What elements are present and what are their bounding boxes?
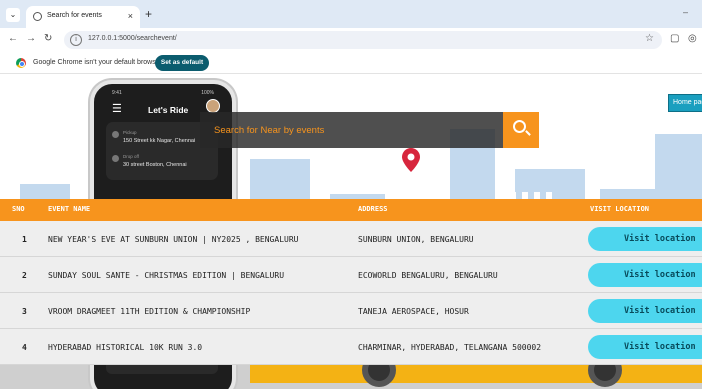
url-text[interactable]: 127.0.0.1:5000/searchevent/ xyxy=(88,35,177,42)
map-pin-icon xyxy=(402,148,420,172)
profile-icon[interactable]: ◎ xyxy=(688,33,697,44)
globe-icon xyxy=(33,12,42,21)
avatar xyxy=(206,99,220,113)
phone-status-time: 9:41 xyxy=(112,90,122,96)
visit-location-button[interactable]: Visit location xyxy=(588,227,702,251)
chrome-logo-icon xyxy=(16,58,26,68)
row-event-name: NEW YEAR'S EVE AT SUNBURN UNION | NY2025… xyxy=(48,235,299,244)
back-arrow-icon[interactable]: ← xyxy=(8,33,18,44)
pickup-label: Pickup xyxy=(123,130,137,135)
phone-status-battery: 100% xyxy=(201,90,214,96)
infobar-message: Google Chrome isn't your default browser xyxy=(33,59,162,66)
row-event-name: HYDERABAD HISTORICAL 10K RUN 3.0 xyxy=(48,343,203,352)
browser-tab[interactable]: Search for events × xyxy=(26,6,140,28)
row-address: SUNBURN UNION, BENGALURU xyxy=(358,235,474,244)
phone-app-title: Let's Ride xyxy=(148,105,189,115)
row-event-name: VROOM DRAGMEET 11TH EDITION & CHAMPIONSH… xyxy=(48,307,251,316)
table-row: 3 VROOM DRAGMEET 11TH EDITION & CHAMPION… xyxy=(0,293,702,329)
browser-toolbar: ← → ↻ i 127.0.0.1:5000/searchevent/ ☆ ▢ … xyxy=(0,28,702,52)
event-search-bar xyxy=(200,112,503,148)
header-address: ADDRESS xyxy=(358,205,388,213)
address-bar[interactable]: i 127.0.0.1:5000/searchevent/ ☆ xyxy=(64,31,662,49)
close-icon[interactable]: × xyxy=(128,11,133,21)
reload-icon[interactable]: ↻ xyxy=(44,33,52,44)
forward-arrow-icon[interactable]: → xyxy=(26,33,36,44)
table-row: 4 HYDERABAD HISTORICAL 10K RUN 3.0 CHARM… xyxy=(0,329,702,365)
row-sno: 3 xyxy=(22,307,27,316)
hamburger-menu-icon: ☰ xyxy=(112,103,122,115)
row-sno: 2 xyxy=(22,271,27,280)
dropoff-label: Drop off xyxy=(123,154,139,159)
set-default-button[interactable]: Set as default xyxy=(155,55,209,71)
home-page-button[interactable]: Home page xyxy=(668,94,702,112)
pickup-dot-icon xyxy=(112,131,119,138)
events-table: SNO EVENT NAME ADDRESS VISIT LOCATION 1 … xyxy=(0,199,702,365)
row-address: CHARMINAR, HYDERABAD, TELANGANA 500002 xyxy=(358,343,542,352)
site-info-icon[interactable]: i xyxy=(70,34,82,46)
search-button[interactable] xyxy=(503,112,539,148)
event-search-input[interactable] xyxy=(214,121,494,139)
header-event-name: EVENT NAME xyxy=(48,205,91,213)
dropoff-dot-icon xyxy=(112,155,119,162)
tab-title: Search for events xyxy=(47,12,102,19)
row-event-name: SUNDAY SOUL SANTE - CHRISTMAS EDITION | … xyxy=(48,271,285,280)
tab-list-button[interactable]: ⌄ xyxy=(6,8,20,22)
bookmark-star-icon[interactable]: ☆ xyxy=(645,33,654,44)
header-sno: SNO xyxy=(12,205,25,213)
table-row: 1 NEW YEAR'S EVE AT SUNBURN UNION | NY20… xyxy=(0,221,702,257)
search-icon xyxy=(513,120,526,133)
row-sno: 1 xyxy=(22,235,27,244)
browser-tabstrip: ⌄ Search for events × + – xyxy=(0,0,702,28)
visit-location-button[interactable]: Visit location xyxy=(588,299,702,323)
table-row: 2 SUNDAY SOUL SANTE - CHRISTMAS EDITION … xyxy=(0,257,702,293)
row-address: TANEJA AEROSPACE, HOSUR xyxy=(358,307,469,316)
new-tab-button[interactable]: + xyxy=(145,7,152,21)
row-address: ECOWORLD BENGALURU, BENGALURU xyxy=(358,271,498,280)
visit-location-button[interactable]: Visit location xyxy=(588,335,702,359)
default-browser-infobar: Google Chrome isn't your default browser… xyxy=(0,52,702,74)
pickup-address: 150 Street kk Nagar, Chennai xyxy=(123,138,196,144)
row-sno: 4 xyxy=(22,343,27,352)
table-header-row: SNO EVENT NAME ADDRESS VISIT LOCATION xyxy=(0,199,702,221)
extensions-icon[interactable]: ▢ xyxy=(670,33,679,44)
minimize-button[interactable]: – xyxy=(683,7,688,17)
page-content: 9:41 100% ☰ Let's Ride Pickup 150 Street… xyxy=(0,74,702,389)
dropoff-address: 30 street Boston, Chennai xyxy=(123,162,187,168)
header-visit-location: VISIT LOCATION xyxy=(590,205,650,213)
visit-location-button[interactable]: Visit location xyxy=(588,263,702,287)
